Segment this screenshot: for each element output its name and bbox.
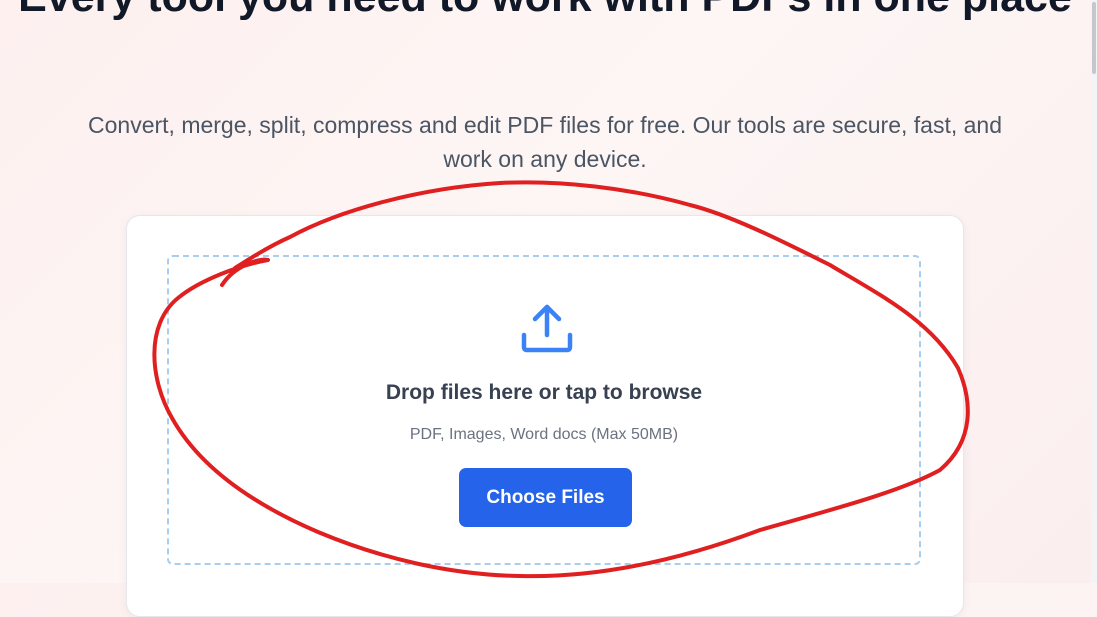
upload-card: Drop files here or tap to browse PDF, Im… [126, 215, 964, 617]
file-dropzone[interactable]: Drop files here or tap to browse PDF, Im… [167, 255, 921, 565]
hero-title: Every tool you need to work with PDFs in… [0, 0, 1090, 25]
dropzone-title: Drop files here or tap to browse [385, 381, 703, 404]
scrollbar-track[interactable] [1091, 0, 1097, 583]
upload-icon [521, 304, 573, 353]
scrollbar-thumb[interactable] [1092, 2, 1096, 74]
choose-files-button[interactable]: Choose Files [459, 468, 632, 527]
hero-subtitle: Convert, merge, split, compress and edit… [88, 112, 1002, 172]
dropzone-hint: PDF, Images, Word docs (Max 50MB) [409, 426, 679, 443]
